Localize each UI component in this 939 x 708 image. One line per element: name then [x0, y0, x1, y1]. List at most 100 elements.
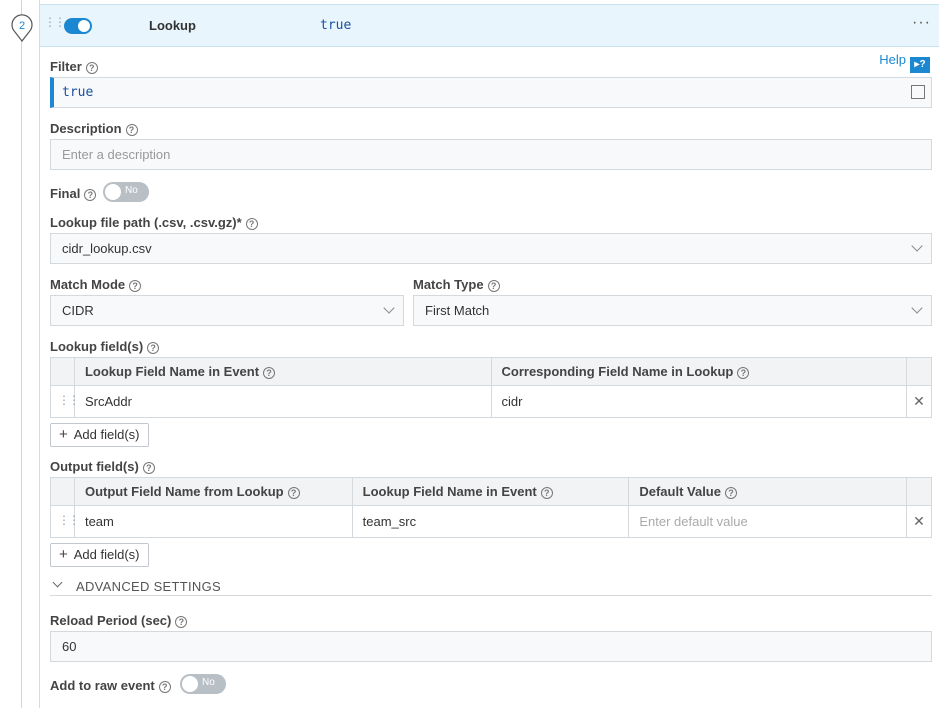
- add-raw-event-label-text: Add to raw event: [50, 678, 155, 693]
- match-type-label: Match Type?: [413, 277, 500, 292]
- table-header-spacer: [51, 358, 75, 385]
- description-label: Description?: [50, 121, 138, 136]
- match-type-value: First Match: [425, 303, 490, 318]
- help-circle-icon[interactable]: ?: [540, 487, 553, 499]
- filter-label-text: Filter: [50, 59, 82, 74]
- lookup-event-field-input[interactable]: SrcAddr: [75, 386, 492, 417]
- output-fields-label: Output field(s)?: [50, 459, 155, 474]
- help-circle-icon[interactable]: ?: [287, 487, 300, 499]
- row-drag-handle[interactable]: ⋮⋮: [51, 386, 80, 417]
- add-raw-event-label: Add to raw event?: [50, 678, 171, 693]
- more-options-icon[interactable]: ···: [912, 14, 931, 32]
- output-fields-label-text: Output field(s): [50, 459, 139, 474]
- description-label-text: Description: [50, 121, 122, 136]
- filter-input-value: true: [62, 85, 94, 100]
- match-mode-value: CIDR: [62, 303, 94, 318]
- reload-period-input[interactable]: 60: [50, 631, 932, 662]
- chevron-down-icon: [911, 302, 923, 314]
- gutter-line: [21, 0, 22, 708]
- table-header-spacer: [51, 478, 75, 505]
- table-header-spacer: [907, 358, 931, 385]
- final-toggle[interactable]: No: [103, 182, 149, 202]
- lookup-fields-table: Lookup Field Name in Event? Correspondin…: [50, 357, 932, 418]
- help-circle-icon[interactable]: ?: [737, 367, 750, 379]
- help-book-icon: ▸?: [910, 57, 930, 73]
- help-circle-icon[interactable]: ?: [724, 487, 737, 499]
- add-output-field-button[interactable]: + Add field(s): [50, 543, 149, 567]
- column-header: Lookup Field Name in Event?: [75, 358, 492, 385]
- advanced-settings-toggle[interactable]: ADVANCED SETTINGS: [50, 577, 932, 596]
- help-circle-icon[interactable]: ?: [175, 616, 188, 628]
- chevron-down-icon: [383, 302, 395, 314]
- help-circle-icon[interactable]: ?: [142, 462, 155, 474]
- help-link-label: Help: [879, 52, 906, 67]
- expand-editor-icon[interactable]: [911, 85, 925, 99]
- lookup-file-select[interactable]: cidr_lookup.csv: [50, 233, 932, 264]
- step-number-pin-icon: 2: [11, 14, 33, 42]
- column-header: Default Value?: [629, 478, 908, 505]
- lookup-fields-label-text: Lookup field(s): [50, 339, 144, 354]
- remove-row-icon[interactable]: ✕: [907, 386, 931, 417]
- advanced-settings-label: ADVANCED SETTINGS: [76, 579, 221, 594]
- final-label-text: Final: [50, 186, 81, 201]
- add-output-field-label: Add field(s): [73, 547, 140, 562]
- final-toggle-text: No: [125, 185, 138, 196]
- filter-label: Filter?: [50, 59, 98, 74]
- lookup-file-label: Lookup file path (.csv, .csv.gz)*?: [50, 215, 258, 230]
- table-row: ⋮⋮ team team_src Enter default value ✕: [51, 506, 931, 537]
- remove-row-icon[interactable]: ✕: [907, 506, 931, 537]
- description-placeholder: Enter a description: [62, 147, 171, 162]
- reload-period-label: Reload Period (sec)?: [50, 613, 188, 628]
- table-header: Lookup Field Name in Event? Correspondin…: [51, 358, 931, 386]
- plus-icon: +: [59, 546, 68, 563]
- table-row: ⋮⋮ SrcAddr cidr ✕: [51, 386, 931, 417]
- final-label: Final?: [50, 186, 97, 201]
- match-mode-label: Match Mode?: [50, 277, 142, 292]
- help-link[interactable]: Help ▸?: [879, 52, 930, 73]
- add-lookup-field-label: Add field(s): [73, 427, 140, 442]
- drag-handle-icon[interactable]: ⋮⋮: [58, 394, 80, 406]
- add-lookup-field-button[interactable]: + Add field(s): [50, 423, 149, 447]
- help-circle-icon[interactable]: ?: [125, 124, 138, 136]
- lookup-file-value: cidr_lookup.csv: [62, 241, 152, 256]
- add-raw-event-toggle[interactable]: No: [180, 674, 226, 694]
- help-circle-icon[interactable]: ?: [147, 342, 160, 354]
- function-header[interactable]: ⋮⋮ Lookup true ···: [40, 4, 939, 47]
- help-circle-icon[interactable]: ?: [129, 280, 142, 292]
- plus-icon: +: [59, 426, 68, 443]
- help-circle-icon[interactable]: ?: [263, 367, 276, 379]
- help-circle-icon[interactable]: ?: [158, 681, 171, 693]
- description-input[interactable]: Enter a description: [50, 139, 932, 170]
- function-name: Lookup: [149, 18, 196, 33]
- row-drag-handle[interactable]: ⋮⋮: [51, 506, 80, 537]
- drag-handle-icon[interactable]: ⋮⋮: [58, 514, 80, 526]
- filter-input[interactable]: true: [50, 77, 932, 108]
- function-enabled-toggle[interactable]: [64, 18, 92, 34]
- output-fields-table: Output Field Name from Lookup? Lookup Fi…: [50, 477, 932, 538]
- output-event-field-input[interactable]: team_src: [353, 506, 630, 537]
- match-type-label-text: Match Type: [413, 277, 484, 292]
- match-mode-label-text: Match Mode: [50, 277, 126, 292]
- column-header: Lookup Field Name in Event?: [353, 478, 630, 505]
- step-number: 2: [19, 20, 25, 32]
- reload-period-label-text: Reload Period (sec): [50, 613, 172, 628]
- help-circle-icon[interactable]: ?: [245, 218, 258, 230]
- column-header: Output Field Name from Lookup?: [75, 478, 353, 505]
- drag-handle-icon[interactable]: ⋮⋮: [44, 16, 66, 28]
- chevron-down-icon: [52, 577, 63, 588]
- output-field-input[interactable]: team: [75, 506, 353, 537]
- reload-period-value: 60: [62, 639, 77, 654]
- column-header: Corresponding Field Name in Lookup?: [492, 358, 908, 385]
- help-circle-icon[interactable]: ?: [487, 280, 500, 292]
- help-circle-icon[interactable]: ?: [84, 189, 97, 201]
- lookup-corresponding-field-input[interactable]: cidr: [492, 386, 908, 417]
- match-mode-select[interactable]: CIDR: [50, 295, 404, 326]
- table-header-spacer: [907, 478, 931, 505]
- lookup-file-label-text: Lookup file path (.csv, .csv.gz)*: [50, 215, 242, 230]
- table-header: Output Field Name from Lookup? Lookup Fi…: [51, 478, 931, 506]
- match-type-select[interactable]: First Match: [413, 295, 932, 326]
- help-circle-icon[interactable]: ?: [85, 62, 98, 74]
- default-value-input[interactable]: Enter default value: [629, 506, 908, 537]
- lookup-fields-label: Lookup field(s)?: [50, 339, 160, 354]
- add-raw-event-toggle-text: No: [202, 677, 215, 688]
